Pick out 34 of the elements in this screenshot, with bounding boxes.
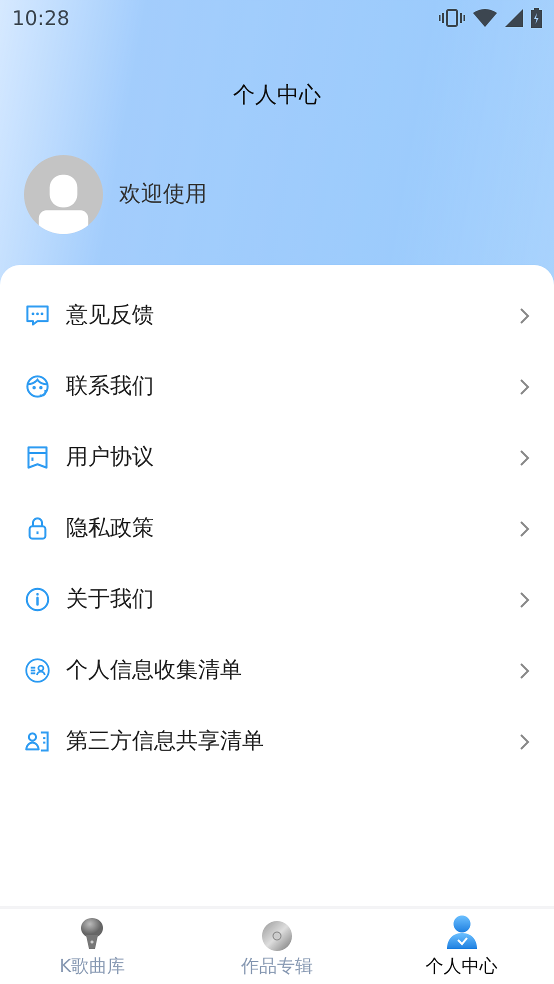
signal-icon [505,9,523,27]
menu-label: 隐私政策 [66,515,155,543]
menu-label: 意见反馈 [66,302,155,330]
menu-label: 关于我们 [66,586,155,614]
page-title: 个人中心 [233,82,321,110]
person-icon [444,915,479,951]
battery-icon [531,8,542,28]
chevron-icon [518,732,530,750]
person-list-icon [24,657,51,684]
chevron-icon [518,590,530,608]
status-time: 10:28 [12,5,70,32]
menu-label: 个人信息收集清单 [66,657,243,685]
chevron-icon [518,378,530,396]
chevron-icon [518,662,530,680]
chevron-icon [518,520,530,538]
menu-item[interactable]: 关于我们 [0,564,554,635]
wifi-icon [473,9,497,27]
menu-item[interactable]: 联系我们 [0,351,554,422]
chevron-icon [518,306,530,324]
menu-label: 联系我们 [66,373,155,401]
menu-item[interactable]: 第三方信息共享清单 [0,706,554,777]
menu-label: 用户协议 [66,444,155,472]
welcome-text: 欢迎使用 [119,180,207,208]
menu-label: 第三方信息共享清单 [66,728,265,756]
menu-item[interactable]: 意见反馈 [0,280,554,351]
headset-face-icon [24,373,51,400]
nav-tab[interactable]: 个人中心 [369,909,554,984]
menu-item[interactable]: 用户协议 [0,422,554,493]
disc-icon [262,921,292,951]
info-icon [24,586,51,613]
menu-item[interactable]: 个人信息收集清单 [0,635,554,706]
menu-item[interactable]: 隐私政策 [0,493,554,564]
chevron-icon [518,448,530,466]
vibrate-icon [439,9,465,27]
